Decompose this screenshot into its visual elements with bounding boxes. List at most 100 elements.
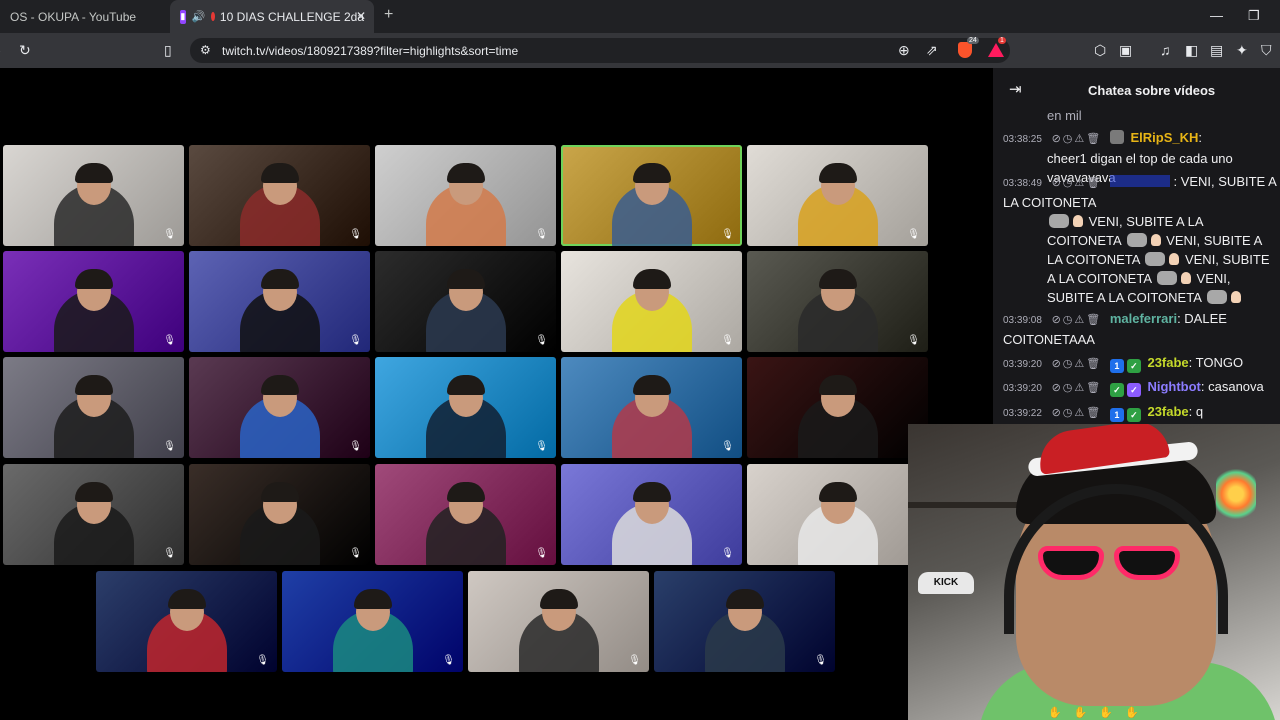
minimize-icon[interactable]: — xyxy=(1210,8,1223,23)
participant-hair xyxy=(632,482,671,502)
participant-video: 🎙 xyxy=(3,145,184,246)
chat-header: ⇥ Chatea sobre vídeos xyxy=(993,68,1280,113)
cast-icon[interactable]: ▣ xyxy=(1119,42,1132,59)
mic-muted-icon: 🎙 xyxy=(721,335,734,346)
mic-muted-icon: 🎙 xyxy=(442,655,455,666)
participant-hair xyxy=(539,589,578,609)
chat-colon: : xyxy=(1198,130,1202,145)
decor-lights xyxy=(1216,464,1256,524)
cheer-badge-icon xyxy=(1109,130,1124,144)
live-dot-icon xyxy=(211,12,215,21)
participant-video: 🎙 xyxy=(189,251,370,352)
participant-video: 🎙 xyxy=(3,464,184,565)
collapse-chat-icon[interactable]: ⇥ xyxy=(1009,80,1022,98)
mod-actions-icon[interactable]: ⊘◷⚠🗑 xyxy=(1052,358,1103,370)
address-bar[interactable]: ⚙ twitch.tv/videos/1809217389?filter=hig… xyxy=(190,38,1010,63)
bookmark-icon[interactable]: ▯ xyxy=(164,42,172,59)
participant-video: 🎙 xyxy=(189,145,370,246)
participant-hair xyxy=(446,375,485,395)
participant-hair xyxy=(818,375,857,395)
share-icon[interactable]: ⇗ xyxy=(926,42,938,59)
chat-username[interactable]: 23fabe xyxy=(1147,404,1188,419)
video-player[interactable]: 🎙🎙🎙🎙🎙🎙🎙🎙🎙🎙🎙🎙🎙🎙🎙🎙🎙🎙🎙🎙🎙🎙🎙🎙 xyxy=(0,68,993,720)
extensions-icon[interactable]: ⬡ xyxy=(1094,42,1106,59)
mic-muted-icon: 🎙 xyxy=(535,335,548,346)
tab-youtube[interactable]: OS - OKUPA - YouTube xyxy=(0,0,168,33)
participant-video: 🎙 xyxy=(654,571,835,672)
mic-muted-icon: 🎙 xyxy=(814,655,827,666)
vpn-icon[interactable]: ⛉ xyxy=(1261,42,1272,59)
mod-actions-icon[interactable]: ⊘◷⚠🗑 xyxy=(1052,177,1103,189)
mod-actions-icon[interactable]: ⊘◷⚠🗑 xyxy=(1052,314,1103,326)
chat-username[interactable]: maleferrari xyxy=(1110,311,1177,326)
participant-hair xyxy=(260,375,299,395)
mod-actions-icon[interactable]: ⊘◷⚠🗑 xyxy=(1052,407,1103,419)
hand-emote-icon xyxy=(1230,291,1241,303)
participant-hair xyxy=(818,269,857,289)
zoom-icon[interactable]: ⊕ xyxy=(898,42,910,59)
chat-username[interactable]: Nightbot xyxy=(1147,379,1200,394)
chat-panel: ⇥ Chatea sobre vídeos en mil 03:38:25 ⊘◷… xyxy=(993,68,1280,428)
chat-text: : TONGO xyxy=(1188,355,1244,370)
verified-badge-icon: ✓ xyxy=(1109,383,1124,397)
hand-emote-icon xyxy=(1150,234,1161,246)
chat-username[interactable]: ElRipS_KH xyxy=(1130,130,1198,145)
participant-hair xyxy=(446,482,485,502)
close-tab-icon[interactable]: ✕ xyxy=(356,9,366,23)
sidebar-icon[interactable]: ◧ xyxy=(1185,42,1198,59)
mic-muted-icon: 🎙 xyxy=(163,441,176,452)
browser-toolbar: › ↻ ▯ ⚙ twitch.tv/videos/1809217389?filt… xyxy=(0,33,1280,68)
chat-username[interactable] xyxy=(1109,175,1170,187)
chat-text: : q xyxy=(1188,404,1204,419)
sub-badge-icon: 1 xyxy=(1109,359,1124,373)
chat-message: 03:38:49 ⊘◷⚠🗑 : VENI, SUBITE A LA COITON… xyxy=(1003,172,1280,307)
participant-hair xyxy=(260,482,299,502)
mic-muted-icon: 🎙 xyxy=(628,655,641,666)
participant-hair xyxy=(74,375,113,395)
leo-icon[interactable]: ✦ xyxy=(1236,42,1248,59)
participant-hair xyxy=(353,589,392,609)
participant-hair xyxy=(446,163,485,183)
restore-icon[interactable]: ❐ xyxy=(1248,8,1260,24)
alert-count: 1 xyxy=(998,37,1006,44)
tab-twitch[interactable]: ▮ 🔊 10 DIAS CHALLENGE 2da ✕ xyxy=(170,0,374,33)
truncated-message: en mil xyxy=(1047,108,1082,123)
participant-hair xyxy=(818,482,857,502)
emote-icon xyxy=(1126,233,1147,247)
chat-title: Chatea sobre vídeos xyxy=(1088,83,1216,98)
message-timestamp: 03:39:08 xyxy=(1003,315,1042,326)
wallet-icon[interactable]: ▤ xyxy=(1210,42,1223,59)
new-tab-button[interactable]: + xyxy=(384,6,393,24)
verified-badge-icon: ✓ xyxy=(1126,408,1141,422)
media-icon[interactable]: ♫ xyxy=(1160,42,1171,58)
brave-rewards-icon[interactable]: 1 xyxy=(988,37,1006,57)
participant-video: 🎙 xyxy=(375,251,556,352)
mic-muted-icon: 🎙 xyxy=(535,548,548,559)
participant-hair xyxy=(167,589,206,609)
chat-username[interactable]: 23fabe xyxy=(1147,355,1188,370)
brave-shield-icon[interactable]: 24 xyxy=(958,37,979,58)
mic-muted-icon: 🎙 xyxy=(163,229,176,240)
participant-hair xyxy=(74,482,113,502)
participant-video: 🎙 xyxy=(3,357,184,458)
chat-text-block: VENI, SUBITE A LA COITONETA VENI, SUBITE… xyxy=(1003,212,1280,307)
emote-icon xyxy=(1156,271,1177,285)
participant-video: 🎙 xyxy=(468,571,649,672)
mic-muted-icon: 🎙 xyxy=(163,548,176,559)
speaker-icon[interactable]: 🔊 xyxy=(192,10,206,24)
mic-muted-icon: 🎙 xyxy=(535,229,548,240)
chat-message: 03:39:20 ⊘◷⚠🗑 1 ✓ 23fabe: TONGO xyxy=(1003,353,1280,374)
back-icon[interactable]: › xyxy=(0,42,1,58)
participant-video: 🎙 xyxy=(747,145,928,246)
hand-emote-icon xyxy=(1180,272,1191,284)
mod-actions-icon[interactable]: ⊘◷⚠🗑 xyxy=(1052,133,1103,145)
participant-hair xyxy=(632,163,671,183)
participant-hair xyxy=(725,589,764,609)
mod-actions-icon[interactable]: ⊘◷⚠🗑 xyxy=(1052,382,1103,394)
participant-video: 🎙 xyxy=(747,464,928,565)
site-info-icon[interactable]: ⚙ xyxy=(200,43,211,57)
chat-message: 03:39:22 ⊘◷⚠🗑 1 ✓ 23fabe: q xyxy=(1003,402,1280,423)
reload-icon[interactable]: ↻ xyxy=(19,42,31,59)
participant-hair xyxy=(260,163,299,183)
sub-badge-icon: 1 xyxy=(1109,408,1124,422)
